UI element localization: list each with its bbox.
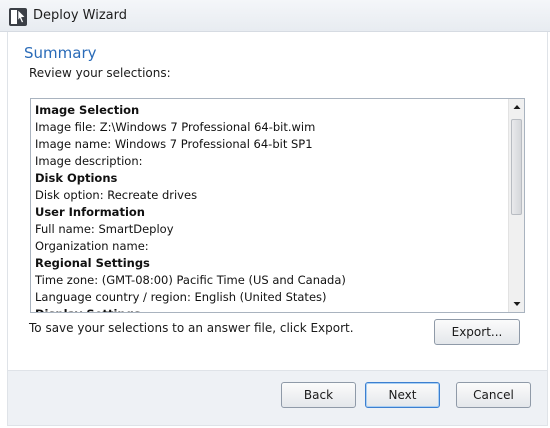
summary-line: Full name: SmartDeploy — [35, 222, 174, 236]
scroll-up-arrow-icon — [513, 105, 521, 109]
summary-section-heading: Image Selection — [35, 103, 140, 117]
summary-line: Time zone: (GMT-08:00) Pacific Time (US … — [35, 273, 346, 287]
next-button[interactable]: Next — [365, 382, 440, 408]
summary-section-heading: Regional Settings — [35, 256, 150, 270]
cancel-button[interactable]: Cancel — [456, 382, 531, 408]
export-hint: To save your selections to an answer fil… — [29, 321, 354, 335]
deploy-wizard-window: Deploy Wizard Summary Review your select… — [0, 0, 550, 428]
summary-line: Disk option: Recreate drives — [35, 188, 198, 202]
summary-section-heading: Display Settings — [35, 306, 506, 312]
summary-scrollbar[interactable] — [508, 99, 524, 312]
summary-section-heading: Disk Options — [35, 171, 118, 185]
page-title: Summary — [24, 44, 97, 62]
back-button[interactable]: Back — [281, 382, 356, 408]
summary-line: Image description: — [35, 154, 143, 168]
summary-line: Image name: Windows 7 Professional 64-bi… — [35, 137, 313, 151]
export-button[interactable]: Export... — [434, 319, 520, 345]
wizard-content: Summary Review your selections: Image Se… — [7, 32, 548, 370]
page-subtitle: Review your selections: — [29, 66, 171, 80]
summary-lines: Image Selection Image file: Z:\Windows 7 … — [35, 102, 506, 312]
scroll-up-button[interactable] — [509, 99, 524, 116]
scroll-down-button[interactable] — [509, 295, 524, 312]
summary-section-heading: User Information — [35, 205, 145, 219]
title-bar[interactable]: Deploy Wizard — [0, 0, 550, 32]
scroll-down-arrow-icon — [513, 302, 521, 306]
scroll-thumb[interactable] — [511, 119, 522, 215]
window-title: Deploy Wizard — [33, 8, 127, 23]
summary-listbox[interactable]: Image Selection Image file: Z:\Windows 7 … — [30, 98, 525, 313]
summary-line: Organization name: — [35, 239, 149, 253]
summary-line: Language country / region: English (Unit… — [35, 290, 327, 304]
summary-line: Image file: Z:\Windows 7 Professional 64… — [35, 120, 316, 134]
deploy-wizard-app-icon — [9, 8, 27, 26]
